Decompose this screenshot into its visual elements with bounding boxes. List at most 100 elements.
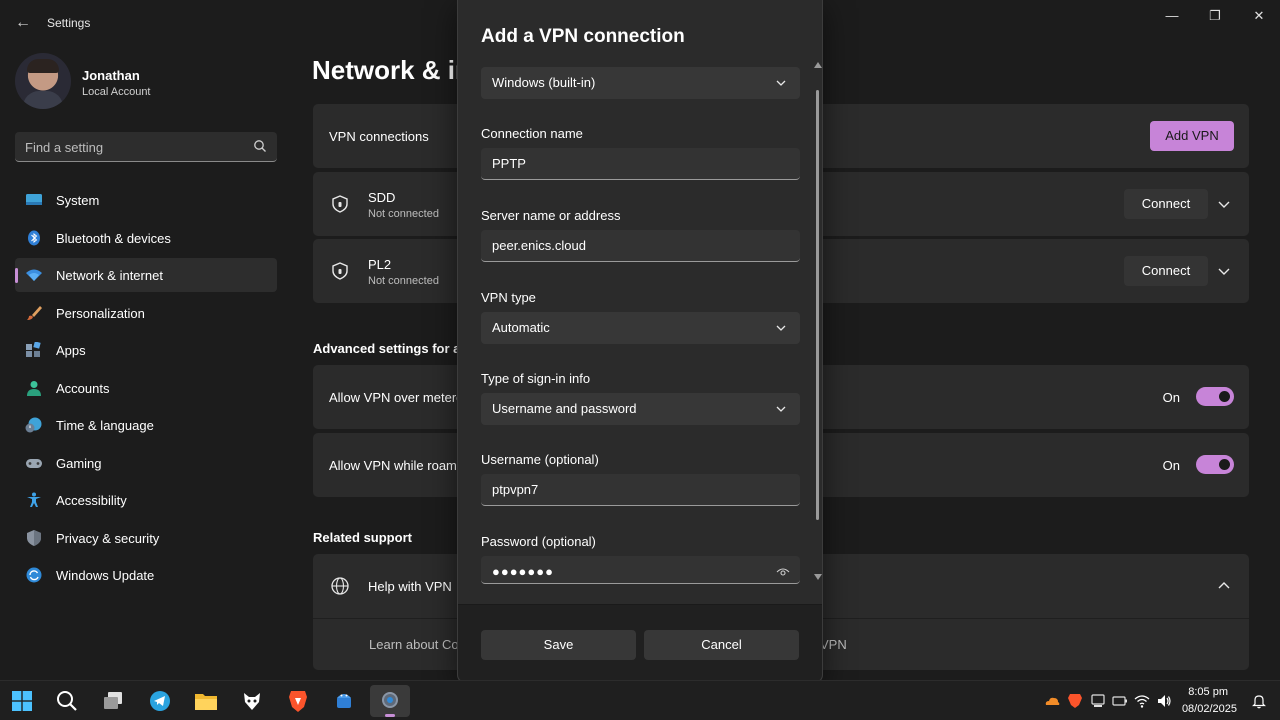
sidebar-item-bluetooth[interactable]: Bluetooth & devices xyxy=(15,221,277,255)
user-account-type: Local Account xyxy=(82,86,151,98)
browser-button[interactable] xyxy=(232,685,272,717)
learn-link-tail[interactable]: VPN xyxy=(820,637,847,652)
android-studio-icon xyxy=(337,694,351,708)
setting-label: Allow VPN over metere xyxy=(329,390,464,405)
connect-button[interactable]: Connect xyxy=(1124,256,1208,286)
sidebar-item-privacy[interactable]: Privacy & security xyxy=(15,521,277,555)
task-view-icon xyxy=(104,692,122,709)
update-icon xyxy=(26,567,42,583)
toggle-state: On xyxy=(1162,458,1180,473)
chevron-down-icon[interactable] xyxy=(1216,196,1232,212)
clock-time[interactable]: 8:05 pm xyxy=(1188,686,1228,698)
task-view-button[interactable] xyxy=(93,685,133,717)
setting-label: Allow VPN while roam xyxy=(329,458,457,473)
sidebar-item-system[interactable]: System xyxy=(15,183,277,217)
sidebar-item-accessibility[interactable]: Accessibility xyxy=(15,483,277,517)
sidebar-item-label: Bluetooth & devices xyxy=(56,230,171,246)
add-vpn-button[interactable]: Add VPN xyxy=(1150,121,1234,151)
username-field[interactable]: ptpvpn7 xyxy=(481,474,800,506)
user-name: Jonathan xyxy=(82,68,140,83)
scroll-down-arrow[interactable] xyxy=(814,574,822,580)
app-title: Settings xyxy=(47,16,91,30)
connection-name-field[interactable]: PPTP xyxy=(481,148,800,180)
bluetooth-icon xyxy=(28,230,40,245)
sidebar-item-label: Time & language xyxy=(56,418,154,433)
sidebar-item-accounts[interactable]: Accounts xyxy=(15,371,277,405)
clock-date[interactable]: 08/02/2025 xyxy=(1182,703,1237,715)
vpn-provider-dropdown[interactable]: Windows (built-in) xyxy=(481,67,800,99)
sidebar-item-apps[interactable]: Apps xyxy=(15,333,277,367)
start-icon xyxy=(12,691,32,711)
sidebar-item-gaming[interactable]: Gaming xyxy=(15,446,277,480)
roaming-vpn-toggle[interactable] xyxy=(1196,455,1234,474)
battery-plug-icon[interactable] xyxy=(1112,693,1128,709)
server-address-value: peer.enics.cloud xyxy=(492,238,586,253)
taskbar-search-button[interactable] xyxy=(47,685,87,717)
vpn-provider-value: Windows (built-in) xyxy=(492,75,596,90)
search-icon xyxy=(57,691,77,711)
scroll-thumb[interactable] xyxy=(816,90,819,520)
search-input[interactable] xyxy=(25,138,245,156)
browser-icon xyxy=(244,693,260,710)
connection-status: Not connected xyxy=(368,208,439,220)
connection-name-value: PPTP xyxy=(492,156,526,171)
signin-type-dropdown[interactable]: Username and password xyxy=(481,393,800,425)
device-icon[interactable] xyxy=(1090,693,1106,709)
password-label: Password (optional) xyxy=(481,534,596,549)
search-icon xyxy=(254,140,266,152)
file-explorer-button[interactable] xyxy=(186,685,226,717)
brush-icon xyxy=(27,305,42,320)
vpn-type-dropdown[interactable]: Automatic xyxy=(481,312,800,344)
cloud-icon[interactable] xyxy=(1044,693,1060,709)
brave-button[interactable] xyxy=(278,685,318,717)
cancel-button[interactable]: Cancel xyxy=(644,630,799,660)
file-explorer-icon xyxy=(195,694,217,710)
shield-icon xyxy=(332,195,348,213)
chevron-up-icon[interactable] xyxy=(1216,578,1232,594)
learn-link[interactable]: Learn about Co xyxy=(369,637,459,652)
accounts-icon xyxy=(27,380,41,396)
server-address-field[interactable]: peer.enics.cloud xyxy=(481,230,800,262)
search-field[interactable] xyxy=(15,132,277,162)
settings-taskbar-button[interactable] xyxy=(370,685,410,717)
android-studio-button[interactable] xyxy=(324,685,364,717)
back-button[interactable]: ← xyxy=(12,12,34,34)
scroll-up-arrow[interactable] xyxy=(814,62,822,68)
dialog-footer: Save Cancel xyxy=(458,604,822,682)
maximize-button[interactable]: ❐ xyxy=(1200,6,1230,26)
volume-icon[interactable] xyxy=(1156,693,1172,709)
advanced-settings-title: Advanced settings for al xyxy=(313,341,464,356)
start-button[interactable] xyxy=(2,685,42,717)
password-value: ●●●●●●● xyxy=(492,564,554,579)
password-field[interactable]: ●●●●●●● xyxy=(481,556,800,584)
chevron-down-icon xyxy=(776,325,786,331)
metered-vpn-toggle[interactable] xyxy=(1196,387,1234,406)
sidebar-item-windows-update[interactable]: Windows Update xyxy=(15,558,277,592)
telegram-button[interactable] xyxy=(140,685,180,717)
sidebar-item-label: Privacy & security xyxy=(56,530,160,546)
apps-icon xyxy=(26,342,41,357)
sidebar-item-label: Apps xyxy=(56,343,86,358)
minimize-button[interactable]: — xyxy=(1157,6,1187,26)
brave-icon xyxy=(289,691,307,712)
dialog-scrollbar[interactable] xyxy=(813,60,823,582)
sidebar-item-network[interactable]: Network & internet xyxy=(15,258,277,292)
brave-tray-icon[interactable] xyxy=(1067,693,1083,709)
close-button[interactable]: ✕ xyxy=(1244,6,1274,26)
save-button[interactable]: Save xyxy=(481,630,636,660)
sidebar-item-label: System xyxy=(56,193,100,208)
sidebar-item-time-language[interactable]: Time & language xyxy=(15,408,277,442)
sidebar-item-personalization[interactable]: Personalization xyxy=(15,296,277,330)
sidebar-item-label: Windows Update xyxy=(56,568,155,583)
add-vpn-dialog: Add a VPN connection Windows (built-in) … xyxy=(457,0,823,683)
notification-bell-icon[interactable] xyxy=(1251,693,1267,709)
wifi-icon[interactable] xyxy=(1134,693,1150,709)
help-with-vpn-label[interactable]: Help with VPN xyxy=(368,579,452,594)
signin-type-label: Type of sign-in info xyxy=(481,371,591,386)
chevron-down-icon[interactable] xyxy=(1216,263,1232,279)
sidebar-item-label: Gaming xyxy=(56,455,102,471)
connection-status: Not connected xyxy=(368,275,439,287)
eye-icon[interactable] xyxy=(776,566,790,578)
connection-name: SDD xyxy=(368,190,396,205)
connect-button[interactable]: Connect xyxy=(1124,189,1208,219)
